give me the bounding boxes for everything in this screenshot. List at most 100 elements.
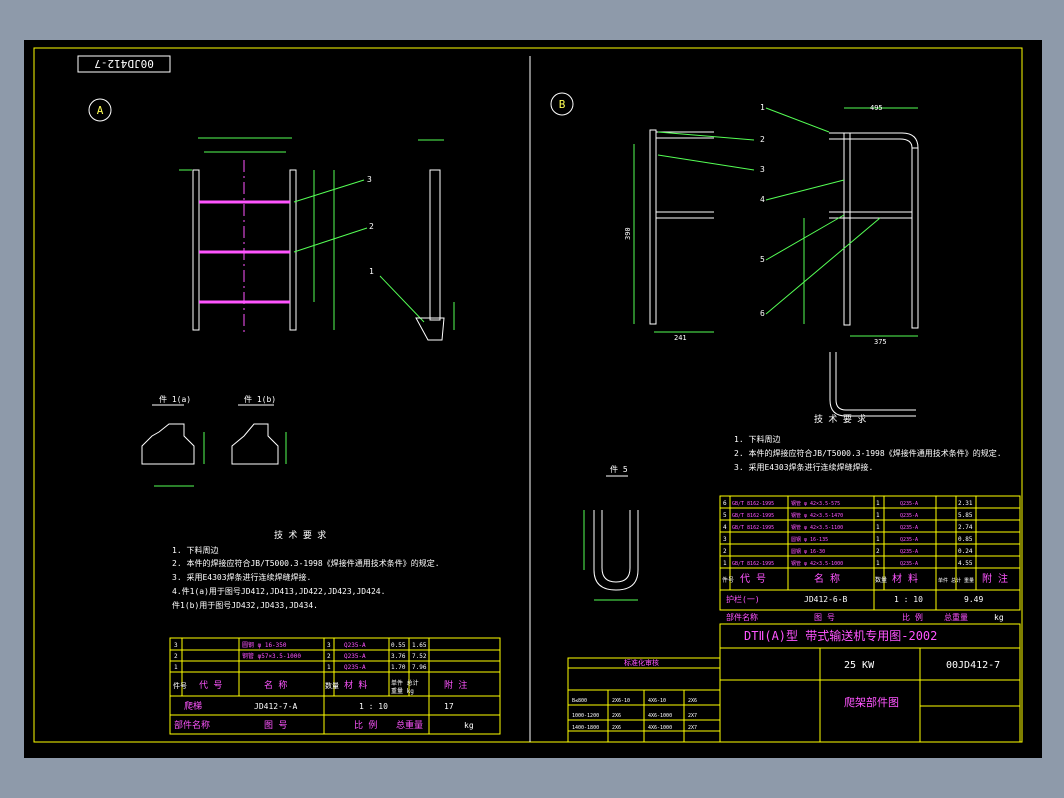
left-row2-mat: Q235-A bbox=[344, 653, 366, 660]
left-scale: 1 : 10 bbox=[359, 702, 388, 711]
callout-1: 1 bbox=[369, 267, 374, 276]
small-r2c3: 4X6-1000 bbox=[648, 713, 672, 719]
r-row3-total: 0.85 bbox=[958, 536, 973, 543]
r-hdr-no: 件号 bbox=[722, 576, 734, 584]
left-row3-qty: 1 bbox=[327, 664, 331, 671]
left-note-4: 4.件1(a)用于图号JD412,JD413,JD422,JD423,JD424… bbox=[172, 586, 385, 596]
small-r2c4: 2X7 bbox=[688, 713, 697, 719]
right-note-1: 1. 下料周边 bbox=[734, 434, 780, 444]
left-row1-qty: 3 bbox=[327, 642, 331, 649]
rcallout-3: 3 bbox=[760, 165, 765, 174]
callout-3: 3 bbox=[367, 175, 372, 184]
r-scale-label: 比 例 bbox=[902, 612, 923, 622]
r-weight-label: 总重量 bbox=[944, 612, 968, 622]
rcallout-4: 4 bbox=[760, 195, 765, 204]
r-scale: 1 : 10 bbox=[894, 595, 923, 604]
r-hdr-qty: 数量 bbox=[875, 576, 887, 584]
r-part-name: 护栏(一) bbox=[726, 594, 760, 604]
left-hdr-qty: 数量 bbox=[325, 681, 339, 690]
left-row1-name: 圆钢 φ 16-350 bbox=[242, 641, 287, 649]
section-1b-shape bbox=[231, 423, 279, 465]
r-row5-mat: Q235-A bbox=[900, 513, 918, 519]
r-row3-no: 3 bbox=[723, 536, 727, 543]
section-5-title: 件 5 bbox=[610, 464, 628, 474]
small-r2c2: 2X6 bbox=[612, 713, 621, 719]
r-row3-name: 圆钢 φ 16-135 bbox=[791, 536, 828, 543]
r-drawing: JD412-6-B bbox=[804, 595, 848, 604]
left-row1-unit: 0.55 bbox=[391, 642, 406, 649]
r-row4-code: GB/T 8162-1995 bbox=[732, 525, 774, 531]
left-note-3: 3. 采用E4303焊条进行连续焊缝焊接. bbox=[172, 572, 311, 582]
r-row4-no: 4 bbox=[723, 524, 727, 531]
left-hdr-remark: 附 注 bbox=[444, 679, 467, 691]
r-row1-no: 1 bbox=[723, 560, 727, 567]
left-row2-unit: 3.76 bbox=[391, 653, 406, 660]
cad-viewport[interactable]: 00JD412-7 A B 3 2 1 件 1(a) 件 1(b) 技 术 要 … bbox=[24, 40, 1042, 758]
view-b-label: B bbox=[559, 98, 566, 111]
r-row5-total: 5.85 bbox=[958, 512, 973, 519]
r-row5-code: GB/T 8162-1995 bbox=[732, 513, 774, 519]
r-row4-name: 钢管 φ 42×3.5-1100 bbox=[791, 524, 843, 531]
r-row1-name: 钢管 φ 42×3.5-1000 bbox=[791, 560, 843, 567]
left-row2-total: 7.52 bbox=[412, 653, 427, 660]
left-hdr-no: 件号 bbox=[173, 681, 187, 690]
r-row4-qty: 1 bbox=[876, 524, 880, 531]
bent-rod-part bbox=[829, 352, 916, 417]
dim-241: 241 bbox=[674, 334, 687, 342]
r-part-name-label: 部件名称 bbox=[726, 612, 758, 622]
r-row1-mat: Q235-A bbox=[900, 561, 918, 567]
drawing-code: 00JD412-7 bbox=[946, 660, 1000, 671]
r-hdr-weight: 单件 总计 重量 bbox=[938, 577, 974, 584]
left-hdr-weight: 单件 总计 bbox=[391, 679, 419, 687]
left-row3-no: 1 bbox=[174, 664, 178, 671]
callout-2: 2 bbox=[369, 222, 374, 231]
left-hdr-code: 代 号 bbox=[199, 680, 222, 691]
r-row6-mat: Q235-A bbox=[900, 501, 918, 507]
small-r1c3: 4X6-10 bbox=[648, 698, 666, 704]
left-part-name-label: 部件名称 bbox=[174, 719, 210, 731]
small-r2c1: 1000-1200 bbox=[572, 713, 599, 719]
r-row2-mat: Q235-A bbox=[900, 549, 918, 555]
view-a-label: A bbox=[97, 104, 104, 117]
r-row2-name: 圆钢 φ 16-30 bbox=[791, 548, 825, 555]
drawing-title: DTⅡ(A)型 带式输送机专用图-2002 bbox=[744, 628, 937, 643]
left-note-5: 件1(b)用于图号JD432,JD433,JD434. bbox=[172, 600, 318, 610]
r-row6-total: 2.31 bbox=[958, 500, 973, 507]
left-row2-no: 2 bbox=[174, 653, 178, 660]
small-r1c1: B≤800 bbox=[572, 698, 587, 704]
r-row3-mat: Q235-A bbox=[900, 537, 918, 543]
r-row6-code: GB/T 8162-1995 bbox=[732, 501, 774, 507]
ladder-side-view bbox=[415, 139, 455, 341]
r-row4-mat: Q235-A bbox=[900, 525, 918, 531]
left-weight-label: 总重量 bbox=[396, 719, 423, 731]
left-kg: kg bbox=[464, 721, 474, 730]
r-row5-qty: 1 bbox=[876, 512, 880, 519]
dim-495: 495 bbox=[870, 104, 883, 112]
left-drawing-label: 图 号 bbox=[264, 720, 287, 731]
dim-390: 390 bbox=[624, 227, 632, 240]
left-hdr-name: 名 称 bbox=[264, 679, 287, 691]
r-row6-qty: 1 bbox=[876, 500, 880, 507]
r-row6-no: 6 bbox=[723, 500, 727, 507]
corner-code: 00JD412-7 bbox=[94, 57, 154, 70]
left-notes-title: 技 术 要 求 bbox=[274, 529, 326, 541]
section-1a-shape bbox=[141, 423, 195, 465]
left-row3-total: 7.96 bbox=[412, 664, 427, 671]
r-row2-total: 0.24 bbox=[958, 548, 973, 555]
left-row2-qty: 2 bbox=[327, 653, 331, 660]
right-note-2: 2. 本件的焊接应符合JB/T5000.3-1998《焊接件通用技术条件》的规定… bbox=[734, 448, 1002, 458]
r-row1-code: GB/T 8162-1995 bbox=[732, 561, 774, 567]
r-hdr-name: 名 称 bbox=[814, 572, 840, 585]
rcallout-1: 1 bbox=[760, 103, 765, 112]
section-5-shape bbox=[593, 510, 639, 591]
r-kg: kg bbox=[994, 613, 1004, 622]
stamp-title: 标准化审核 bbox=[624, 658, 659, 667]
left-part-name: 爬梯 bbox=[184, 700, 202, 712]
left-row2-name: 钢管 φ57×3.5-1000 bbox=[242, 652, 301, 660]
left-hdr-unitwt: 重量 kg bbox=[391, 687, 414, 695]
small-r1c2: 2X6-10 bbox=[612, 698, 630, 704]
r-row5-no: 5 bbox=[723, 512, 727, 519]
left-note-1: 1. 下料周边 bbox=[172, 545, 218, 555]
left-weight: 17 bbox=[444, 702, 454, 711]
rcallout-6: 6 bbox=[760, 309, 765, 318]
